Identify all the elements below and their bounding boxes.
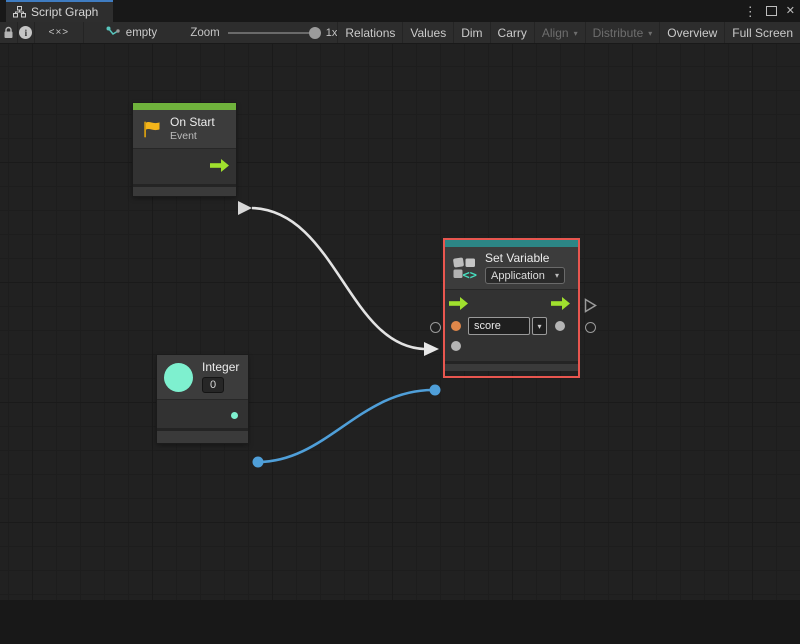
variable-accent-bar [445,240,578,247]
inspect-button[interactable]: i [18,22,35,43]
on-start-ports [133,149,236,184]
script-graph-window: { "window": { "tab_title": "Script Graph… [0,0,800,600]
tab-bar: Script Graph ⋮ ✕ [0,0,800,22]
exec-out-port[interactable] [210,159,229,172]
code-preview-button[interactable]: <×> [35,22,84,43]
variable-name-value: score [474,320,501,332]
value-out-port[interactable] [555,321,565,331]
zoom-value: 1x [326,27,338,39]
scope-value: Application [491,270,545,282]
variable-name-dropdown-button[interactable]: ▾ [532,317,547,335]
integer-out-port[interactable] [231,412,238,419]
node-subtitle: Event [170,130,215,143]
wires-layer [0,88,800,644]
full-screen-button[interactable]: Full Screen [724,22,800,43]
set-variable-exec-in-arrow[interactable] [424,342,439,356]
toolbar-buttons: Relations Values Dim Carry Align▾ Distri… [337,22,800,43]
svg-text:<>: <> [463,268,477,281]
graph-reference[interactable]: empty [84,22,159,43]
exec-in-port[interactable] [449,297,468,310]
node-title: Integer [202,361,239,375]
integer-value: 0 [210,379,216,391]
variables-icon: <> [452,255,478,281]
integer-ports [157,400,248,428]
on-start-node[interactable]: On Start Event [133,103,236,196]
values-button[interactable]: Values [402,22,453,43]
info-icon: i [19,26,32,39]
node-title: On Start [170,116,215,130]
set-variable-header[interactable]: <> Set Variable Application ▾ [445,247,578,289]
zoom-slider[interactable] [228,32,318,34]
integer-value-field[interactable]: 0 [202,377,224,393]
chevron-down-icon: ▾ [555,271,559,280]
zoom-slider-knob[interactable] [309,27,321,39]
dim-button[interactable]: Dim [453,22,489,43]
maximize-icon[interactable] [766,6,777,16]
zoom-control: Zoom 1x [190,22,337,43]
graph-toolbar: i <×> empty Zoom 1x Relations Values Dim… [0,22,800,44]
distribute-dropdown-button[interactable]: Distribute▾ [585,22,660,43]
set-variable-selection: <> Set Variable Application ▾ [443,238,580,378]
value-in-port[interactable] [451,341,461,351]
set-variable-node[interactable]: <> Set Variable Application ▾ [445,240,578,371]
chevron-down-icon: ▾ [574,29,578,38]
node-footer[interactable] [133,187,236,196]
variable-scope-dropdown[interactable]: Application ▾ [485,267,565,284]
node-footer[interactable] [445,364,578,371]
wire-value[interactable] [258,390,433,462]
graph-canvas[interactable]: On Start Event <> [0,44,800,600]
flag-icon [141,119,162,140]
integer-icon [164,363,193,392]
set-variable-ports: score ▾ [445,290,578,361]
exec-continue-hint[interactable] [584,298,597,313]
variable-name-port[interactable] [451,321,461,331]
overview-button[interactable]: Overview [659,22,724,43]
node-footer[interactable] [157,431,248,443]
window-menu-icon[interactable]: ⋮ [744,5,757,18]
lock-icon [3,26,14,39]
zoom-label: Zoom [190,27,219,39]
integer-header[interactable]: Integer 0 [157,355,248,399]
wire-flow[interactable] [252,208,424,349]
align-dropdown-button[interactable]: Align▾ [534,22,585,43]
variable-name-field[interactable]: score [468,317,530,335]
chevron-down-icon: ▾ [648,29,652,38]
set-variable-wire-end-dot[interactable] [430,385,441,396]
unconnected-input-hint[interactable] [430,322,441,333]
tab-title: Script Graph [31,5,98,19]
graph-hierarchy-icon [13,6,26,18]
tab-script-graph[interactable]: Script Graph [6,0,113,22]
integer-wire-end-dot[interactable] [253,457,264,468]
lock-button[interactable] [0,22,18,43]
integer-node[interactable]: Integer 0 [157,355,248,443]
window-controls: ⋮ ✕ [744,0,795,22]
chevron-down-icon: ▾ [537,322,541,331]
node-title: Set Variable [485,252,565,266]
on-start-header[interactable]: On Start Event [133,110,236,148]
unconnected-output-hint[interactable] [585,322,596,333]
graph-status-label: empty [126,27,157,39]
graph-icon [106,26,120,39]
event-accent-bar [133,103,236,110]
on-start-exec-out-arrow[interactable] [238,201,252,215]
close-icon[interactable]: ✕ [786,6,795,17]
carry-button[interactable]: Carry [490,22,534,43]
relations-button[interactable]: Relations [337,22,402,43]
exec-out-port[interactable] [551,297,570,310]
code-icon: <×> [49,27,70,38]
